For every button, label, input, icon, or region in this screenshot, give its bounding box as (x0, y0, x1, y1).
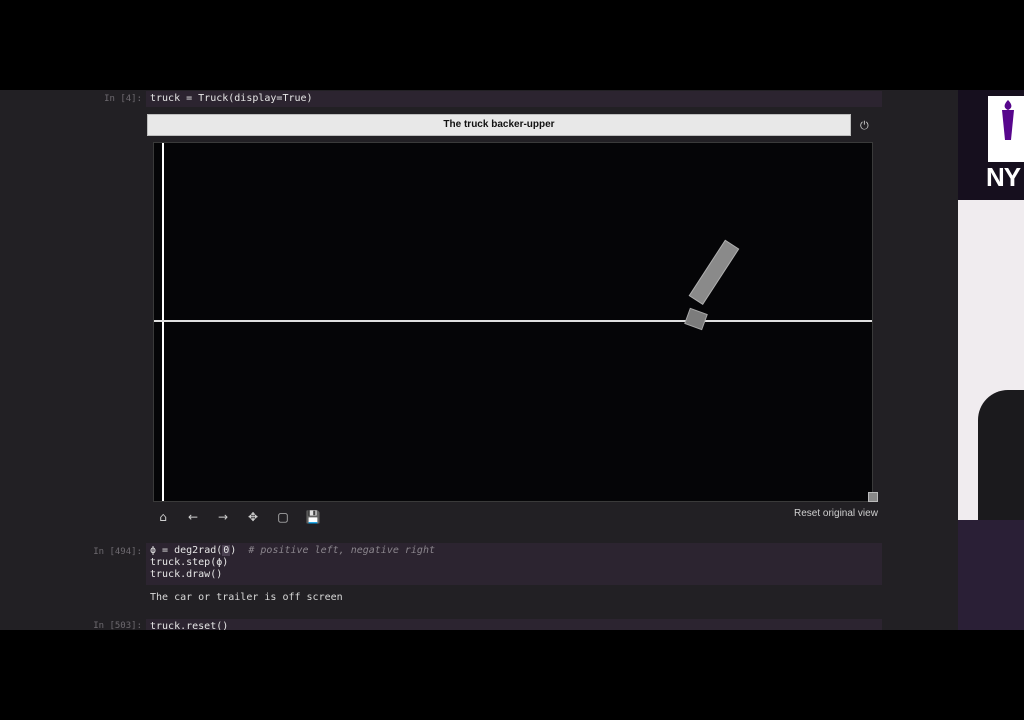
code-input[interactable]: truck.reset() (146, 619, 882, 630)
letterbox-top (0, 0, 1024, 90)
cell-prompt: In [494]: (93, 547, 142, 557)
presenter-panel: NY (958, 90, 1024, 630)
truck-plot (154, 143, 872, 501)
panel-footer (958, 520, 1024, 630)
nyu-logo-text: NY (986, 162, 1021, 192)
code-line: truck.step(ϕ) (150, 557, 229, 568)
pan-icon[interactable]: ✥ (243, 508, 263, 526)
presenter-silhouette (978, 390, 1024, 520)
cell-prompt: In [503]: (93, 621, 142, 630)
truck-cab (684, 307, 708, 331)
zoom-rect-icon[interactable]: ▢ (273, 508, 293, 526)
paren-close: ) (230, 545, 249, 556)
cell-prompt: In [4]: (104, 94, 142, 104)
reset-view-button[interactable]: Reset original view (794, 508, 878, 519)
back-arrow-icon[interactable]: ← (183, 508, 203, 526)
letterbox-bottom (0, 630, 1024, 720)
code-line: truck.reset() (150, 621, 229, 630)
figure-title: The truck backer-upper (147, 114, 851, 136)
nyu-torch-logo (988, 96, 1024, 162)
code-line: ϕ = deg2rad(0) # positive left, negative… (150, 545, 878, 557)
figure-toolbar: ⌂ ← → ✥ ▢ 💾 (153, 508, 323, 526)
forward-arrow-icon[interactable]: → (213, 508, 233, 526)
power-icon[interactable]: ⏻ (860, 119, 869, 133)
code-line: truck = Truck(display=True) (150, 93, 313, 104)
code-input[interactable]: truck = Truck(display=True) (146, 91, 882, 107)
deg2rad-call: = deg2rad( (156, 545, 223, 556)
truck-trailer (688, 239, 740, 306)
home-icon[interactable]: ⌂ (153, 508, 173, 526)
truck-canvas[interactable] (153, 142, 873, 502)
code-comment: # positive left, negative right (248, 545, 435, 556)
save-icon[interactable]: 💾 (303, 508, 323, 526)
code-line: truck.draw() (150, 569, 223, 580)
resize-handle[interactable] (868, 492, 878, 502)
torch-icon (1002, 100, 1014, 140)
code-input[interactable]: ϕ = deg2rad(0) # positive left, negative… (146, 543, 882, 585)
cell-output: The car or trailer is off screen (150, 592, 343, 603)
notebook: In [4]: truck = Truck(display=True) The … (0, 90, 958, 630)
